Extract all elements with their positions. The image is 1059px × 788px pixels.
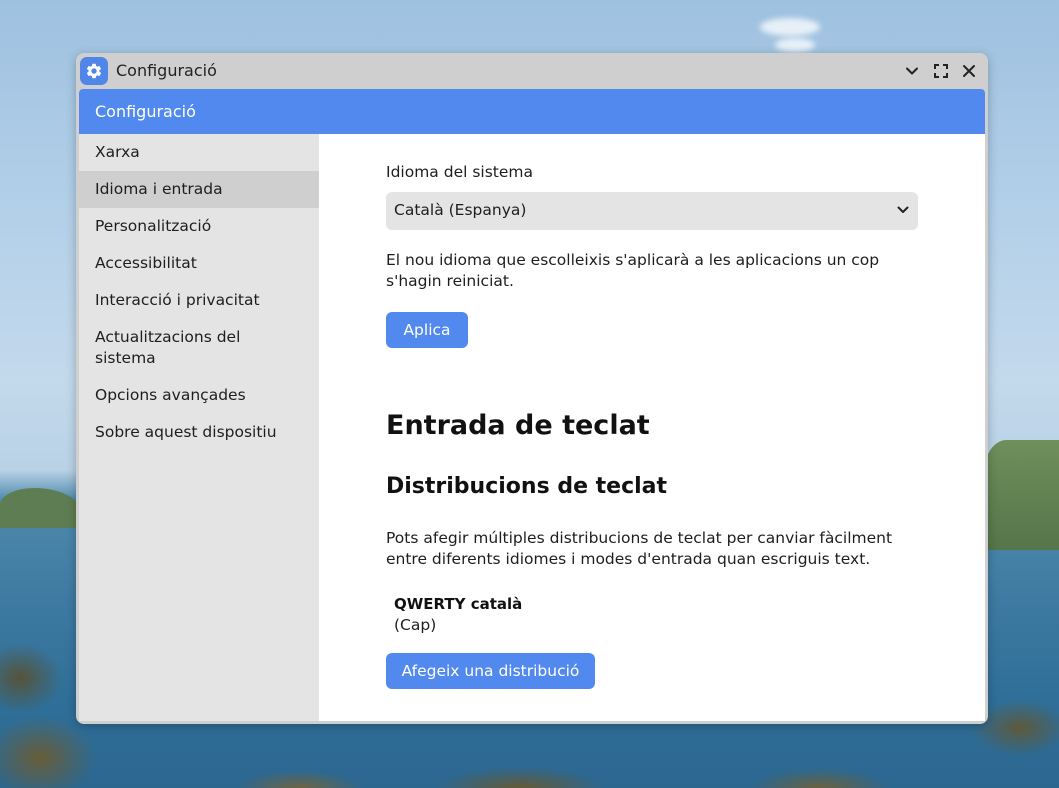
- sidebar-item-label: Xarxa: [95, 143, 140, 161]
- keyboard-layouts-description: Pots afegir múltiples distribucions de t…: [386, 529, 893, 568]
- sidebar-item-accessibility[interactable]: Accessibilitat: [79, 245, 319, 282]
- add-layout-button[interactable]: Afegeix una distribució: [386, 653, 595, 689]
- minimize-button[interactable]: [900, 59, 924, 83]
- chevron-down-icon: [897, 206, 909, 213]
- sidebar-item-label: Interacció i privacitat: [95, 291, 260, 309]
- sidebar-item-about-device[interactable]: Sobre aquest dispositiu: [79, 414, 319, 451]
- sidebar-item-label: Sobre aquest dispositiu: [95, 423, 277, 441]
- sidebar-item-interaction-privacy[interactable]: Interacció i privacitat: [79, 282, 319, 319]
- sidebar-item-label: Accessibilitat: [95, 254, 197, 272]
- hill-right: [984, 440, 1059, 550]
- window-title: Configuració: [116, 61, 217, 80]
- sidebar-item-label: Actualitzacions del sistema: [95, 328, 241, 367]
- select-value: Català (Espanya): [394, 201, 527, 219]
- header-title: Configuració: [95, 102, 196, 121]
- close-button[interactable]: [957, 59, 981, 83]
- hill-left: [0, 488, 80, 528]
- sidebar: Xarxa Idioma i entrada Personalització A…: [79, 134, 319, 721]
- sidebar-item-label: Idioma i entrada: [95, 180, 223, 198]
- apply-button[interactable]: Aplica: [386, 312, 468, 348]
- keyboard-input-heading: Entrada de teclat: [386, 410, 650, 441]
- settings-window: Configuració Configuració Xarxa Idioma i…: [76, 53, 988, 724]
- titlebar[interactable]: Configuració: [76, 53, 988, 89]
- main-panel: Idioma del sistema Català (Espanya) El n…: [319, 134, 985, 721]
- fullscreen-icon: [934, 64, 948, 78]
- sidebar-item-label: Personalització: [95, 217, 212, 235]
- cloud: [760, 18, 820, 36]
- sidebar-item-language-input[interactable]: Idioma i entrada: [79, 171, 319, 208]
- sidebar-item-system-updates[interactable]: Actualitzacions del sistema: [79, 319, 319, 377]
- maximize-button[interactable]: [929, 59, 953, 83]
- chevron-down-icon: [906, 67, 918, 75]
- system-language-label: Idioma del sistema: [386, 163, 534, 181]
- sidebar-item-personalization[interactable]: Personalització: [79, 208, 319, 245]
- content-frame: Configuració Xarxa Idioma i entrada Pers…: [79, 89, 985, 721]
- cloud: [775, 38, 815, 52]
- system-language-select[interactable]: Català (Espanya): [386, 192, 918, 230]
- header-bar: Configuració: [79, 89, 985, 134]
- layout-name: QWERTY català: [394, 595, 523, 613]
- layout-detail: (Cap): [394, 616, 437, 634]
- close-icon: [963, 65, 975, 77]
- keyboard-layouts-heading: Distribucions de teclat: [386, 474, 668, 499]
- sidebar-item-advanced-options[interactable]: Opcions avançades: [79, 377, 319, 414]
- sidebar-item-label: Opcions avançades: [95, 386, 246, 404]
- desktop-background: Configuració Configuració Xarxa Idioma i…: [0, 0, 1059, 788]
- sidebar-item-network[interactable]: Xarxa: [79, 134, 319, 171]
- language-description: El nou idioma que escolleixis s'aplicarà…: [386, 251, 880, 290]
- gear-icon: [80, 57, 108, 85]
